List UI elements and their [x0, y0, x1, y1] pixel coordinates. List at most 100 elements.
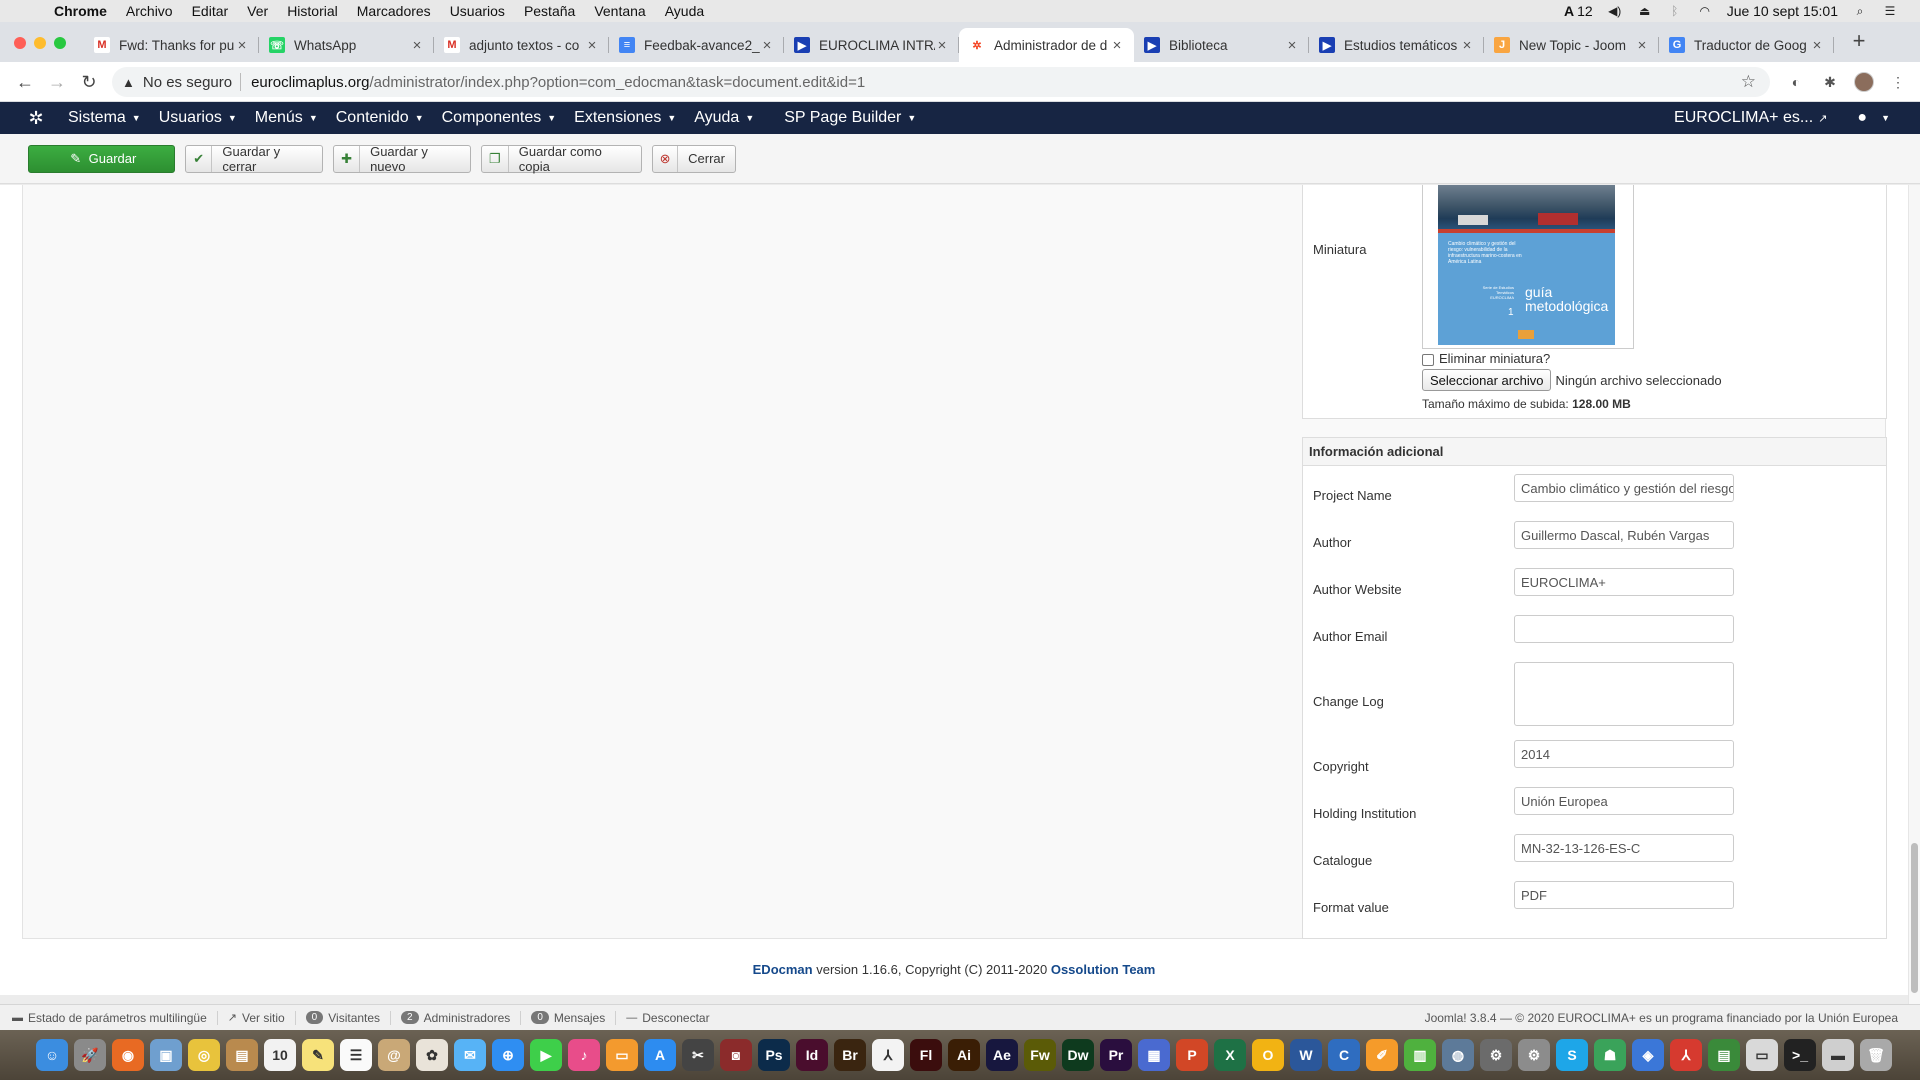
tab-close-icon[interactable]: ×	[410, 37, 424, 54]
visitors-status[interactable]: 0 Visitantes	[305, 1010, 392, 1025]
menu-app-name[interactable]: Chrome	[54, 3, 107, 19]
tab-close-icon[interactable]: ×	[935, 37, 949, 54]
fireworks-dock-icon[interactable]: Fw	[1024, 1039, 1056, 1071]
browser-tab[interactable]: ✲ Administrador de d ×	[959, 28, 1134, 62]
facetime-dock-icon[interactable]: ▶	[530, 1039, 562, 1071]
bluetooth-icon[interactable]: ᛒ	[1667, 4, 1683, 18]
nav-sistema[interactable]: Sistema ▼	[68, 109, 141, 127]
photos-dock-icon[interactable]: ✿	[416, 1039, 448, 1071]
itunes-dock-icon[interactable]: ♪	[568, 1039, 600, 1071]
skype-dock-icon[interactable]: S	[1556, 1039, 1588, 1071]
nav-menus[interactable]: Menús ▼	[255, 109, 318, 127]
menu-editar[interactable]: Editar	[192, 3, 229, 19]
tab-close-icon[interactable]: ×	[1285, 37, 1299, 54]
minimize-window-button[interactable]	[34, 37, 46, 49]
outlook-dock-icon[interactable]: O	[1252, 1039, 1284, 1071]
browser-tab[interactable]: M Fwd: Thanks for pu ×	[84, 28, 259, 62]
firefox-dock-icon[interactable]: ◉	[112, 1039, 144, 1071]
browser-tab[interactable]: Madjunto textos - co ×	[434, 28, 609, 62]
trash-dock-icon[interactable]: 🗑	[1860, 1039, 1892, 1071]
illustrator-dock-icon[interactable]: Ai	[948, 1039, 980, 1071]
forward-button[interactable]: →	[44, 69, 70, 95]
edocman-link[interactable]: EDocman	[753, 962, 813, 977]
books-dock-icon[interactable]: ▭	[606, 1039, 638, 1071]
excel-dock-icon[interactable]: X	[1214, 1039, 1246, 1071]
bridge-dock-icon[interactable]: Br	[834, 1039, 866, 1071]
bookmark-star-icon[interactable]: ☆	[1741, 72, 1756, 92]
tab-close-icon[interactable]: ×	[235, 37, 249, 54]
documents-dock-icon[interactable]: ▭	[1746, 1039, 1778, 1071]
format-value-input[interactable]: PDF	[1514, 881, 1734, 909]
tab-close-icon[interactable]: ×	[760, 37, 774, 54]
menu-ventana[interactable]: Ventana	[594, 3, 645, 19]
messages-status[interactable]: 0 Mensajes	[531, 1010, 617, 1025]
scrollbar-thumb[interactable]	[1911, 843, 1918, 993]
multilang-status[interactable]: ▬ Estado de parámetros multilingüe	[12, 1010, 218, 1025]
save-as-copy-button[interactable]: ❐ Guardar como copia	[481, 144, 642, 174]
change-log-textarea[interactable]	[1514, 662, 1734, 726]
warning-icon[interactable]: ▲	[122, 75, 135, 90]
eject-icon[interactable]: ⏏	[1637, 4, 1653, 18]
extensions-puzzle-icon[interactable]: ✱	[1820, 72, 1840, 92]
chrome-menu-icon[interactable]: ⋮	[1888, 72, 1908, 92]
menu-usuarios[interactable]: Usuarios	[450, 3, 505, 19]
launchpad-dock-icon[interactable]: 🚀	[74, 1039, 106, 1071]
menubar-clock[interactable]: Jue 10 sept 15:01	[1727, 3, 1838, 19]
numbers-dock-icon[interactable]: ▥	[1404, 1039, 1436, 1071]
catalogue-input[interactable]: MN-32-13-126-ES-C	[1514, 834, 1734, 862]
save-button[interactable]: ✎ Guardar	[28, 144, 175, 173]
nav-ayuda[interactable]: Ayuda ▼	[694, 109, 754, 127]
site-link[interactable]: EUROCLIMA+ es... ↗	[1674, 109, 1827, 127]
save-and-close-button[interactable]: ✔ Guardar y cerrar	[185, 144, 323, 174]
holding-institution-input[interactable]: Unión Europea	[1514, 787, 1734, 815]
reminders-dock-icon[interactable]: ☰	[340, 1039, 372, 1071]
tab-close-icon[interactable]: ×	[1810, 37, 1824, 54]
browser-tab[interactable]: ▶ Biblioteca ×	[1134, 28, 1309, 62]
menu-ayuda[interactable]: Ayuda	[665, 3, 704, 19]
user-menu[interactable]: ● ▼	[1857, 109, 1890, 127]
acrobat-dock-icon[interactable]: ⅄	[872, 1039, 904, 1071]
chrome-dock-icon[interactable]: ◎	[188, 1039, 220, 1071]
migration-dock-icon[interactable]: ⚙	[1480, 1039, 1512, 1071]
vpn-dock-icon[interactable]: ◈	[1632, 1039, 1664, 1071]
ossolution-link[interactable]: Ossolution Team	[1051, 962, 1156, 977]
logout-link[interactable]: — Desconectar	[626, 1011, 719, 1025]
system-prefs-dock-icon[interactable]: ⚙	[1518, 1039, 1550, 1071]
nav-extensiones[interactable]: Extensiones ▼	[574, 109, 676, 127]
messages-dock-icon[interactable]: ✉	[454, 1039, 486, 1071]
delete-thumbnail-checkbox[interactable]	[1422, 353, 1434, 366]
view-site-link[interactable]: ↗ Ver sitio	[228, 1010, 296, 1025]
calendar-dock-icon[interactable]: 10	[264, 1039, 296, 1071]
finder-dock-icon[interactable]: ☺	[36, 1039, 68, 1071]
notebook-dock-icon[interactable]: ▤	[226, 1039, 258, 1071]
folder-green-dock-icon[interactable]: ▤	[1708, 1039, 1740, 1071]
powerpoint-dock-icon[interactable]: P	[1176, 1039, 1208, 1071]
spotlight-search-icon[interactable]: ⌕	[1852, 4, 1868, 18]
page-scrollbar[interactable]	[1908, 185, 1920, 1004]
pages-dock-icon[interactable]: ✐	[1366, 1039, 1398, 1071]
final-cut-dock-icon[interactable]: ✂	[682, 1039, 714, 1071]
volume-icon[interactable]: ◀)	[1607, 4, 1623, 18]
keynote-dock-icon[interactable]: ▦	[1138, 1039, 1170, 1071]
tab-close-icon[interactable]: ×	[1110, 37, 1124, 54]
browser-tab[interactable]: G Traductor de Goog ×	[1659, 28, 1834, 62]
admins-status[interactable]: 2 Administradores	[401, 1010, 522, 1025]
tab-close-icon[interactable]: ×	[585, 37, 599, 54]
menu-pestana[interactable]: Pestaña	[524, 3, 575, 19]
flash-dock-icon[interactable]: Fl	[910, 1039, 942, 1071]
tab-close-icon[interactable]: ×	[1635, 37, 1649, 54]
nav-sp-page-builder[interactable]: SP Page Builder ▼	[784, 109, 916, 127]
after-effects-dock-icon[interactable]: Ae	[986, 1039, 1018, 1071]
adobe-status[interactable]: A 12	[1564, 3, 1593, 19]
safari-dock-icon[interactable]: ⊕	[492, 1039, 524, 1071]
extension-circle-icon[interactable]: ◐	[1786, 72, 1806, 92]
premiere-dock-icon[interactable]: Pr	[1100, 1039, 1132, 1071]
browser-tab[interactable]: ≡ Feedbak-avance2_ ×	[609, 28, 784, 62]
copyright-input[interactable]: 2014	[1514, 740, 1734, 768]
app-store-dock-icon[interactable]: A	[644, 1039, 676, 1071]
joomla-logo-icon[interactable]: ✲	[24, 108, 48, 129]
indesign-dock-icon[interactable]: Id	[796, 1039, 828, 1071]
photoshop-dock-icon[interactable]: Ps	[758, 1039, 790, 1071]
tab-close-icon[interactable]: ×	[1460, 37, 1474, 54]
nav-componentes[interactable]: Componentes ▼	[442, 109, 557, 127]
